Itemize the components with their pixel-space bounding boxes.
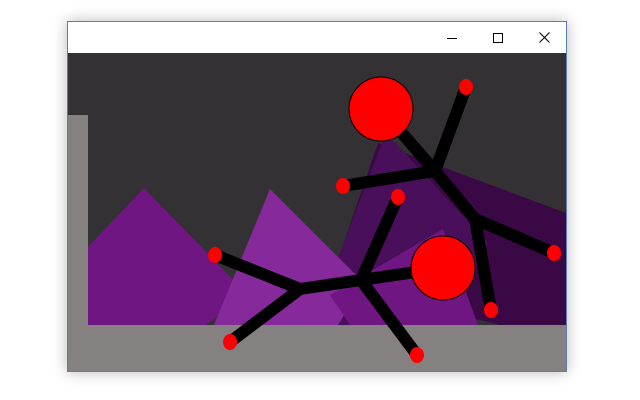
creature-head (348, 76, 414, 142)
close-icon (538, 32, 550, 43)
creature-joint (223, 334, 237, 350)
creature-joint (410, 347, 424, 363)
creature-joint (208, 247, 222, 263)
creature-joint (336, 178, 350, 194)
creature-joint (484, 302, 498, 318)
game-scene-svg (68, 53, 566, 371)
title-bar[interactable] (68, 22, 566, 53)
creature-joint (547, 245, 561, 261)
creature-joint (391, 189, 405, 205)
creature-head (410, 235, 476, 301)
minimize-button[interactable] (429, 22, 475, 53)
close-button[interactable] (521, 22, 567, 53)
ground (68, 325, 566, 371)
game-window (67, 21, 567, 372)
creature-joint (459, 79, 473, 95)
maximize-icon (493, 32, 503, 43)
maximize-button[interactable] (475, 22, 521, 53)
minimize-icon (447, 33, 457, 43)
game-canvas[interactable] (68, 53, 566, 371)
